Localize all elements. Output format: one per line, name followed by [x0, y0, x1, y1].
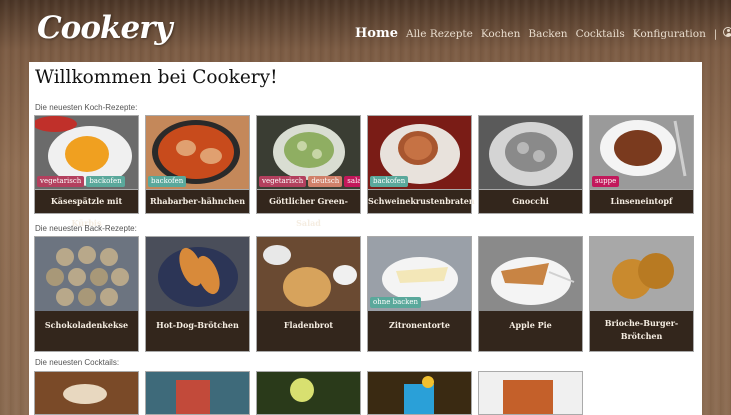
recipe-title[interactable]: Hot-Dog-Brötchen [146, 319, 249, 332]
recipe-card-zitronentorte[interactable]: ohne backen Zitronentorte [367, 236, 472, 352]
recipe-image [590, 237, 693, 311]
tag-badge[interactable]: salat [344, 176, 360, 187]
section-title-cocktails: Die neuesten Cocktails: [35, 358, 120, 367]
tag-list: suppe [592, 176, 620, 187]
recipe-title[interactable]: Gnocchi [478, 190, 583, 214]
tag-list: vegetarisch deutsch salat [259, 176, 360, 187]
nav-separator: | [713, 29, 718, 40]
cocktail-card-2[interactable] [145, 371, 250, 415]
tag-badge[interactable]: backofen [370, 176, 409, 187]
navbar: Cookery Home Alle Rezepte Kochen Backen … [0, 0, 731, 62]
tag-badge[interactable]: vegetarisch [259, 176, 307, 187]
tag-badge[interactable]: suppe [592, 176, 620, 187]
recipe-image [35, 237, 138, 311]
recipe-title[interactable]: Apple Pie [479, 319, 582, 332]
nav-home[interactable]: Home [355, 26, 398, 41]
cocktail-image [257, 372, 360, 414]
recipe-card-rhabarber[interactable]: backofen [145, 115, 250, 190]
cocktail-image [368, 372, 471, 414]
recipe-card-apple-pie[interactable]: Apple Pie [478, 236, 583, 352]
recipe-title[interactable]: Brioche-Burger-Brötchen [590, 317, 693, 343]
koch-names: Käsespätzle mit Kürbis Rhabarber-hähnche… [34, 190, 701, 228]
nav-konfiguration[interactable]: Konfiguration [633, 28, 706, 40]
recipe-title[interactable]: Rhabarber-hähnchen [145, 190, 250, 214]
tag-badge[interactable]: backofen [148, 176, 187, 187]
nav-cocktails[interactable]: Cocktails [576, 28, 625, 40]
recipe-title[interactable]: Fladenbrot [257, 319, 360, 332]
recipe-card-schweinekrustenbraten[interactable]: backofen [367, 115, 472, 190]
recipe-image [479, 116, 582, 189]
recipe-card-fladenbrot[interactable]: Fladenbrot [256, 236, 361, 352]
main-content: Willkommen bei Cookery! Die neuesten Koc… [29, 62, 702, 415]
recipe-card-schokoladenkekse[interactable]: Schokoladenkekse [34, 236, 139, 352]
cocktail-image [35, 372, 138, 414]
user-icon [723, 27, 731, 37]
recipe-image [257, 237, 360, 311]
nav-kochen[interactable]: Kochen [481, 28, 521, 40]
recipe-title[interactable]: Schokoladenkekse [35, 319, 138, 332]
tag-list: ohne backen [370, 297, 422, 308]
main-nav: Home Alle Rezepte Kochen Backen Cocktail… [355, 26, 731, 41]
recipe-card-linseneintopf[interactable]: suppe [589, 115, 694, 190]
cocktail-image [146, 372, 249, 414]
recipe-title[interactable]: Göttlicher Green-Salad [256, 190, 361, 228]
recipe-title[interactable]: Käsespätzle mit Kürbis [34, 190, 139, 228]
cocktail-card-4[interactable] [367, 371, 472, 415]
recipe-card-hot-dog-broetchen[interactable]: Hot-Dog-Brötchen [145, 236, 250, 352]
recipe-title-line: Brioche-Burger-Brötchen [604, 318, 679, 341]
cocktail-card-5[interactable] [478, 371, 583, 415]
cocktail-card-3[interactable] [256, 371, 361, 415]
recipe-title[interactable]: Linseneintopf [589, 190, 694, 214]
recipe-card-gnocchi[interactable] [478, 115, 583, 190]
nav-alle-rezepte[interactable]: Alle Rezepte [406, 28, 473, 40]
recipe-card-green-salad[interactable]: vegetarisch deutsch salat [256, 115, 361, 190]
tag-badge[interactable]: deutsch [308, 176, 343, 187]
user-menu[interactable]: rene ▼ [723, 27, 731, 37]
page-title: Willkommen bei Cookery! [35, 67, 278, 88]
nav-backen[interactable]: Backen [528, 28, 567, 40]
recipe-image [146, 237, 249, 311]
section-title-koch: Die neuesten Koch-Rezepte: [35, 103, 138, 112]
cocktail-card-1[interactable] [34, 371, 139, 415]
tag-list: backofen [148, 176, 187, 187]
recipe-title[interactable]: Schweinekrustenbraten [367, 190, 475, 214]
card-wrapper [34, 115, 139, 190]
section-title-back: Die neuesten Back-Rezepte: [35, 224, 137, 233]
recipe-title[interactable]: Zitronentorte [368, 319, 471, 332]
brand-logo[interactable]: Cookery [37, 10, 173, 46]
cocktail-image [479, 372, 582, 414]
recipe-image [479, 237, 582, 311]
recipe-card-brioche[interactable]: Brioche-Burger-Brötchen [589, 236, 694, 352]
tag-list: backofen [370, 176, 409, 187]
tag-badge[interactable]: ohne backen [370, 297, 422, 308]
